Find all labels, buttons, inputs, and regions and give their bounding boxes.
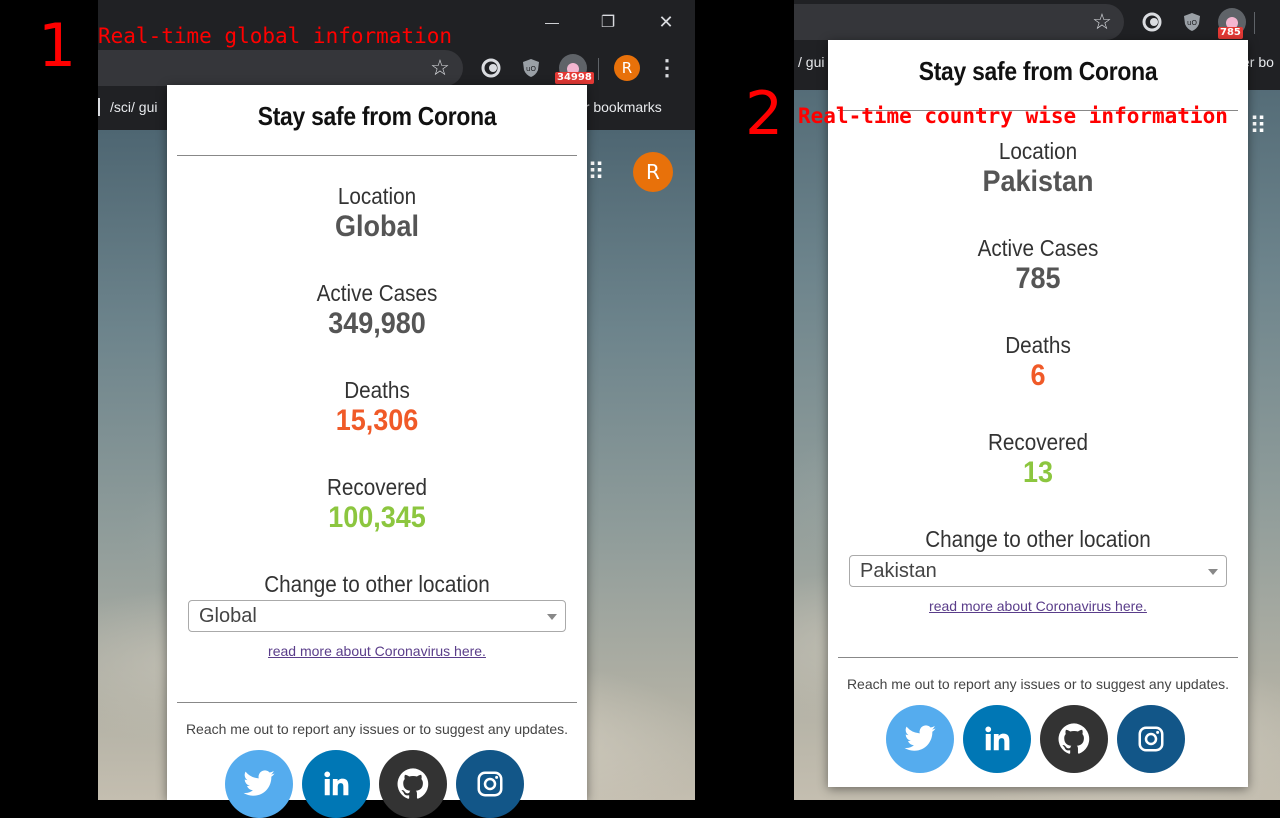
chevron-down-icon	[547, 614, 557, 620]
annotation-text-1: Real-time global information	[98, 24, 453, 48]
extension-badge: 34998	[555, 72, 594, 84]
extension-circle-icon[interactable]	[1140, 10, 1164, 34]
active-cases-value: 785	[1015, 262, 1061, 295]
restore-icon[interactable]: ❐	[596, 10, 620, 34]
bookmark-star-icon[interactable]: ☆	[428, 55, 452, 80]
address-bar[interactable]	[794, 4, 1124, 40]
close-icon[interactable]: ✕	[654, 10, 678, 34]
ublock-shield-icon[interactable]: uO	[1180, 10, 1204, 34]
corona-popup-global: Stay safe from Corona Location Global Ac…	[167, 85, 587, 818]
bookmark-folder-icon	[98, 98, 100, 116]
extension-circle-icon[interactable]	[479, 56, 503, 80]
corona-popup-country: Stay safe from Corona Location Pakistan …	[828, 40, 1248, 787]
address-bar[interactable]	[98, 50, 463, 86]
recovered-value: 13	[1022, 456, 1054, 489]
svg-text:uO: uO	[526, 65, 536, 73]
minimize-icon[interactable]: —	[540, 10, 564, 34]
deaths-label: Deaths	[344, 377, 410, 403]
location-label: Location	[998, 138, 1078, 164]
recovered-value: 100,345	[328, 501, 426, 534]
profile-avatar[interactable]: R	[614, 55, 640, 81]
change-location-label: Change to other location	[264, 571, 490, 597]
google-apps-icon[interactable]: ⠿	[584, 159, 608, 186]
github-icon[interactable]	[379, 750, 447, 818]
location-select-value: Pakistan	[860, 560, 937, 582]
annotation-number-2: 2	[745, 79, 784, 149]
toolbar-divider	[598, 58, 599, 80]
active-cases-label: Active Cases	[316, 280, 438, 306]
annotation-number-1: 1	[38, 11, 77, 81]
instagram-icon[interactable]	[456, 750, 524, 818]
annotation-text-2: Real-time country wise information	[798, 104, 1228, 128]
location-value: Global	[334, 210, 420, 243]
active-cases-value: 349,980	[328, 307, 426, 340]
recovered-label: Recovered	[326, 474, 428, 500]
popup-title: Stay safe from Corona	[257, 101, 497, 131]
instagram-icon[interactable]	[1117, 705, 1185, 773]
title-divider	[177, 155, 577, 156]
deaths-value: 15,306	[335, 404, 419, 437]
toolbar-divider	[1254, 12, 1255, 34]
bookmark-item[interactable]: /sci/ gui	[110, 99, 157, 115]
read-more-link[interactable]: read more about Coronavirus here.	[167, 643, 587, 659]
location-label: Location	[337, 183, 417, 209]
deaths-value: 6	[1030, 359, 1046, 392]
location-select[interactable]: Global	[188, 600, 566, 632]
ublock-shield-icon[interactable]: uO	[519, 56, 543, 80]
footer-divider	[177, 702, 577, 703]
footer-divider	[838, 657, 1238, 658]
popup-title: Stay safe from Corona	[918, 56, 1158, 86]
github-icon[interactable]	[1040, 705, 1108, 773]
change-location-label: Change to other location	[925, 526, 1151, 552]
browser-menu-icon[interactable]: ⋮	[655, 55, 679, 80]
extension-badge: 785	[1218, 27, 1243, 39]
linkedin-icon[interactable]	[302, 750, 370, 818]
location-value: Pakistan	[982, 165, 1094, 198]
report-text: Reach me out to report any issues or to …	[185, 721, 569, 737]
page-avatar[interactable]: R	[633, 152, 673, 192]
other-bookmarks[interactable]: er bookmarks	[577, 99, 662, 115]
location-select[interactable]: Pakistan	[849, 555, 1227, 587]
bookmark-item[interactable]: / gui	[798, 54, 824, 70]
bookmark-star-icon[interactable]: ☆	[1090, 9, 1114, 34]
location-select-value: Global	[199, 605, 257, 627]
deaths-label: Deaths	[1005, 332, 1071, 358]
google-apps-icon[interactable]: ⠿	[1246, 113, 1270, 140]
recovered-label: Recovered	[987, 429, 1089, 455]
twitter-icon[interactable]	[886, 705, 954, 773]
report-text: Reach me out to report any issues or to …	[846, 676, 1230, 692]
linkedin-icon[interactable]	[963, 705, 1031, 773]
twitter-icon[interactable]	[225, 750, 293, 818]
read-more-link[interactable]: read more about Coronavirus here.	[828, 598, 1248, 614]
active-cases-label: Active Cases	[977, 235, 1099, 261]
svg-text:uO: uO	[1187, 19, 1197, 27]
chevron-down-icon	[1208, 569, 1218, 575]
